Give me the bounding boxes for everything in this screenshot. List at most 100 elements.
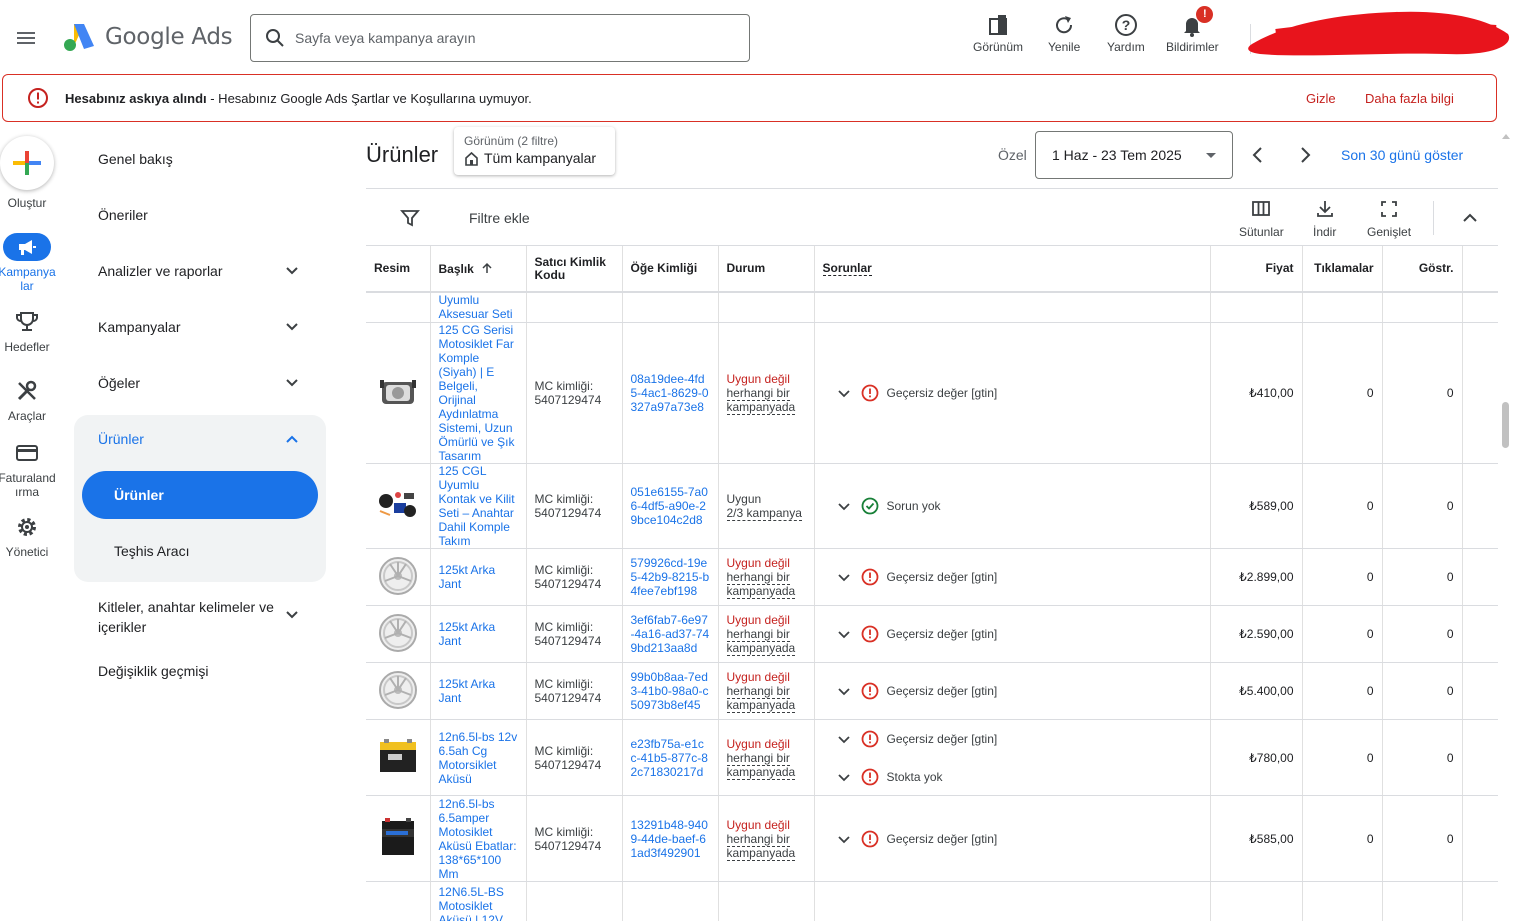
chevron-left-icon[interactable]	[1247, 144, 1269, 166]
nav-products-sub[interactable]: Ürünler	[114, 487, 164, 503]
date-range-select[interactable]: 1 Haz - 23 Tem 2025	[1035, 131, 1233, 179]
rail-goals[interactable]: Hedefler	[0, 310, 54, 354]
product-title-link[interactable]: 12N6.5L-BS Motosiklet Aküsü | 12V 6.5Ah,…	[439, 885, 504, 921]
scroll-up-arrow-icon[interactable]	[1500, 131, 1512, 141]
chevron-down-icon[interactable]	[837, 499, 851, 513]
product-image-battery	[381, 818, 414, 855]
rail-billing[interactable]: Faturalandırma	[0, 441, 56, 499]
item-id-link[interactable]: 579926cd-19e5-42b9-8215-b4fee7ebf198	[631, 556, 710, 598]
nav-recommendations[interactable]: Öneriler	[98, 207, 148, 223]
product-title-link[interactable]: 125 CGL Uyumlu Kontak ve Kilit Seti – An…	[439, 464, 515, 548]
chevron-down-icon[interactable]	[837, 684, 851, 698]
impressions-cell: 0	[1382, 795, 1463, 882]
rail-campaigns[interactable]: Kampanyalar	[0, 233, 56, 293]
check-circle-icon	[861, 497, 878, 515]
item-id-link[interactable]: 13291b48-9409-44de-baef-61ad3f492901	[631, 818, 708, 860]
nav-overview[interactable]: Genel bakış	[98, 151, 173, 167]
download-icon	[1316, 201, 1333, 217]
status-main: Uygun değil	[726, 372, 790, 386]
price-cell: ₺5.400,00	[1210, 662, 1303, 720]
product-title-link[interactable]: 125kt Arka Jant	[439, 563, 496, 591]
issue-text: Geçersiz değer [gtin]	[886, 684, 998, 698]
learn-more-link[interactable]: Daha fazla bilgi	[1365, 91, 1454, 106]
nav-diagnostics[interactable]: Teşhis Aracı	[114, 543, 189, 559]
vertical-scrollbar[interactable]	[1500, 128, 1512, 921]
column-header-title[interactable]: Başlık	[430, 246, 527, 293]
item-id-link[interactable]: 3ef6fab7-6e97-4a16-ad37-749bd213aa8d	[631, 613, 710, 655]
status-detail[interactable]: herhangi bir kampanyada	[726, 386, 796, 415]
item-id-link[interactable]: e23fb75a-e1cc-41b5-877c-82c71830217d	[631, 737, 708, 779]
item-id-link[interactable]: 08a19dee-4fd5-4ac1-8629-0327a97a73e8	[631, 372, 709, 414]
chevron-down-icon[interactable]	[837, 386, 851, 400]
product-image-headlight	[379, 379, 416, 404]
view-button[interactable]: Görünüm	[973, 12, 1023, 54]
chevron-down-icon[interactable]	[837, 570, 851, 584]
nav-insights[interactable]: Analizler ve raporlar	[98, 263, 223, 279]
nav-products[interactable]: Ürünler	[98, 431, 144, 447]
table-header-row: Resim Başlık Satıcı Kimlik Kodu Öğe Kiml…	[366, 246, 1498, 293]
google-ads-logo[interactable]: Google Ads	[62, 22, 233, 52]
filter-icon[interactable]	[400, 208, 420, 228]
menu-icon[interactable]	[12, 24, 40, 52]
notifications-button[interactable]: ! Bildirimler	[1166, 6, 1219, 54]
product-title-link[interactable]: 125kt Arka Jant	[439, 677, 496, 705]
status-detail[interactable]: 2/3 kampanya	[726, 506, 802, 521]
impressions-cell: 0	[1382, 548, 1463, 606]
chevron-down-icon[interactable]	[284, 263, 300, 279]
status-detail[interactable]: herhangi bir kampanyada	[726, 750, 796, 780]
alert-text: - Hesabınız Google Ads Şartlar ve Koşull…	[206, 90, 532, 106]
chevron-up-icon[interactable]	[284, 431, 300, 447]
chevron-down-icon[interactable]	[284, 319, 300, 335]
help-button[interactable]: ? Yardım	[1107, 12, 1145, 54]
chevron-down-icon[interactable]	[284, 375, 300, 391]
chevron-down-icon[interactable]	[837, 732, 851, 746]
chevron-down-icon[interactable]	[837, 770, 851, 784]
chevron-down-icon[interactable]	[284, 607, 300, 623]
product-title-link[interactable]: 12n6.5l-bs 12v 6.5ah Cg Motorsiklet Aküs…	[439, 730, 518, 786]
chevron-down-icon[interactable]	[837, 832, 851, 846]
hide-alert-button[interactable]: Gizle	[1306, 91, 1336, 106]
status-main: Uygun değil	[726, 736, 790, 751]
product-title-link[interactable]: Uyumlu Aksesuar Seti	[439, 293, 513, 321]
nav-audiences[interactable]: Kitleler, anahtar kelimeler ve içerikler	[98, 597, 278, 637]
chevron-right-icon[interactable]	[1294, 144, 1316, 166]
view-filter-chip[interactable]: Görünüm (2 filtre) Tüm kampanyalar	[454, 127, 615, 175]
search-input[interactable]	[295, 30, 735, 46]
status-detail[interactable]: herhangi bir kampanyada	[726, 831, 796, 861]
error-icon	[861, 730, 878, 747]
issue-text: Geçersiz değer [gtin]	[886, 731, 998, 746]
nav-change-history[interactable]: Değişiklik geçmişi	[98, 663, 208, 679]
expand-button[interactable]: Genişlet	[1367, 199, 1411, 239]
tools-icon	[17, 380, 37, 401]
columns-icon	[1252, 201, 1271, 216]
column-header-merchant-id: Satıcı Kimlik Kodu	[526, 246, 623, 293]
merchant-id-cell: MC kimliği: 5407129474	[526, 463, 623, 549]
svg-text:?: ?	[1122, 17, 1131, 33]
add-filter-button[interactable]: Filtre ekle	[469, 210, 530, 226]
search-box[interactable]	[250, 14, 750, 62]
create-button[interactable]: Oluştur	[0, 136, 54, 210]
nav-campaigns[interactable]: Kampanyalar	[98, 319, 181, 335]
item-id-link[interactable]: 051e6155-7a06-4df5-a90e-29bce104c2d8	[631, 485, 708, 527]
item-id-link[interactable]: 99b0b8aa-7ed3-41b0-98a0-c50973b8ef45	[631, 670, 709, 712]
status-detail[interactable]: herhangi bir kampanyada	[726, 684, 796, 713]
product-title-link[interactable]: 125kt Arka Jant	[439, 620, 496, 648]
product-title-link[interactable]: 125 CG Serisi Motosiklet Far Komple (Siy…	[439, 323, 515, 463]
columns-button[interactable]: Sütunlar	[1239, 199, 1284, 239]
show-last-30-days-link[interactable]: Son 30 günü göster	[1341, 147, 1463, 163]
table-row: 125 CG Serisi Motosiklet Far Komple (Siy…	[366, 322, 1498, 464]
rail-admin[interactable]: Yönetici	[0, 515, 54, 559]
column-header-issues[interactable]: Sorunlar	[814, 246, 1211, 293]
refresh-button[interactable]: Yenile	[1048, 12, 1080, 54]
download-button[interactable]: İndir	[1313, 199, 1336, 239]
status-detail[interactable]: herhangi bir kampanyada	[726, 570, 796, 599]
status-detail[interactable]: herhangi bir kampanyada	[726, 627, 796, 656]
rail-tools[interactable]: Araçlar	[0, 379, 54, 423]
clicks-cell: 0	[1302, 605, 1383, 663]
chevron-down-icon[interactable]	[837, 627, 851, 641]
chevron-up-icon[interactable]	[1461, 209, 1479, 227]
product-title-link[interactable]: 12n6.5l-bs 6.5amper Motosiklet Aküsü Eba…	[439, 797, 517, 881]
sort-arrow-up-icon[interactable]	[481, 262, 493, 274]
scrollbar-thumb[interactable]	[1502, 402, 1509, 448]
nav-assets[interactable]: Öğeler	[98, 375, 140, 391]
